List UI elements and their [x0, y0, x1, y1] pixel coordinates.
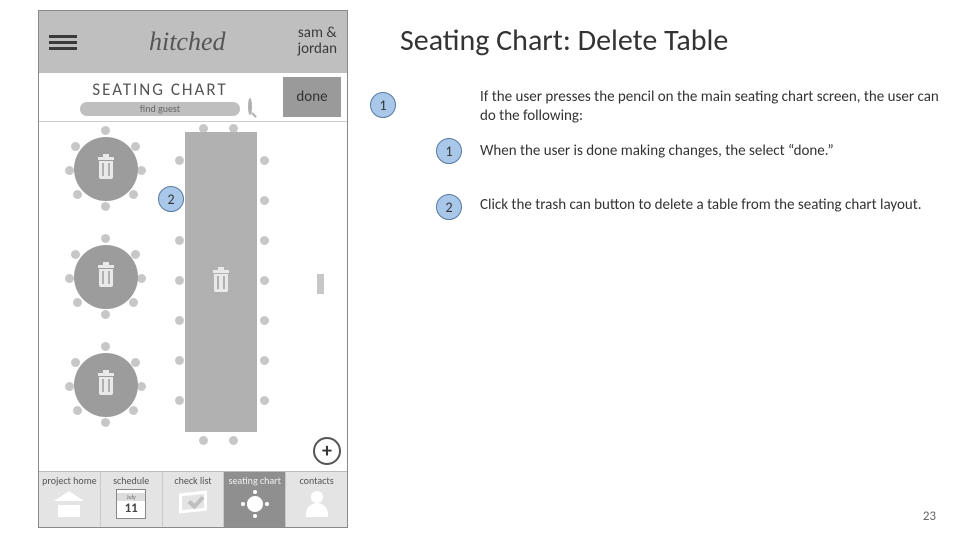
nav-schedule[interactable]: schedule July 11: [101, 472, 163, 527]
annotation-intro: If the user presses the pencil on the ma…: [480, 88, 940, 126]
round-table[interactable]: [65, 128, 147, 210]
callout-marker: 2: [436, 194, 462, 220]
search-placeholder: find guest: [140, 102, 180, 115]
add-table-button[interactable]: +: [313, 437, 341, 465]
callout-marker: 1: [436, 138, 462, 164]
round-table[interactable]: [65, 344, 147, 426]
nav-label: project home: [42, 474, 97, 487]
rect-table[interactable]: [185, 132, 257, 432]
seating-canvas[interactable]: +: [39, 121, 347, 471]
menu-icon[interactable]: [49, 32, 77, 53]
search-icon: [242, 100, 258, 116]
trash-icon[interactable]: [96, 157, 116, 181]
nav-label: seating chart: [229, 474, 282, 487]
page-subtitle: SEATING CHART: [45, 79, 275, 100]
nav-label: check list: [174, 474, 211, 487]
done-button[interactable]: done: [283, 77, 341, 117]
slide-title: Seating Chart: Delete Table: [400, 22, 728, 59]
nav-checklist[interactable]: check list: [163, 472, 225, 527]
side-chair[interactable]: [317, 274, 324, 294]
trash-icon[interactable]: [96, 373, 116, 397]
bottom-nav: project home schedule July 11 check list…: [39, 471, 347, 527]
callout-marker: 1: [370, 92, 396, 118]
app-top-bar: hitched sam & jordan: [39, 11, 347, 73]
couple-line2: jordan: [298, 42, 337, 58]
couple-name: sam & jordan: [298, 26, 337, 58]
nav-contacts[interactable]: contacts: [286, 472, 347, 527]
nav-label: schedule: [113, 474, 149, 487]
sub-header: SEATING CHART find guest done: [39, 73, 347, 121]
nav-label: contacts: [300, 474, 334, 487]
checklist-icon: [178, 489, 208, 519]
round-table[interactable]: [65, 236, 147, 318]
trash-icon[interactable]: [211, 270, 231, 294]
page-number: 23: [923, 509, 936, 524]
annotation-step: When the user is done making changes, th…: [480, 142, 940, 161]
app-brand: hitched: [77, 27, 298, 57]
callout-marker: 2: [158, 186, 184, 212]
phone-mockup: hitched sam & jordan SEATING CHART find …: [38, 10, 348, 528]
nav-project-home[interactable]: project home: [39, 472, 101, 527]
seating-icon: [240, 489, 270, 519]
nav-seating-chart[interactable]: seating chart: [224, 472, 286, 527]
trash-icon[interactable]: [96, 265, 116, 289]
calendar-icon: July 11: [116, 489, 146, 519]
search-input[interactable]: find guest: [80, 102, 240, 116]
contacts-icon: [302, 489, 332, 519]
home-icon: [54, 489, 84, 519]
annotation-step: Click the trash can button to delete a t…: [480, 196, 940, 215]
